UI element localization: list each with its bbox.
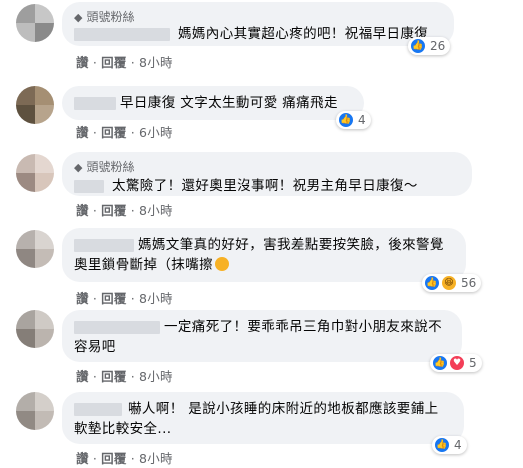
comment-text: 軟墊比較安全... <box>74 419 171 439</box>
comment-text-line: 軟墊比較安全... <box>74 421 172 437</box>
top-fan-badge: ◆ 頭號粉絲 <box>74 8 134 25</box>
reply-link[interactable]: 回覆 <box>101 451 127 466</box>
laughing-face-icon: 😆 <box>441 275 457 291</box>
separator: · <box>130 203 135 218</box>
comment-bubble: ◆ 頭號粉絲 太驚險了！還好奧里沒事啊！祝男主角早日康復～ <box>62 152 472 196</box>
timestamp[interactable]: 8小時 <box>139 291 173 306</box>
reaction-count: 26 <box>430 39 446 53</box>
reply-link[interactable]: 回覆 <box>101 55 127 70</box>
redacted-name <box>74 402 122 416</box>
separator: · <box>130 369 135 384</box>
like-link[interactable]: 讚 <box>76 55 89 70</box>
comment-text: 太驚險了！還好奧里沒事啊！祝男主角早日康復～ <box>74 176 418 196</box>
comment-text: 早日康復 文字太生動可愛 痛痛飛走 <box>74 93 338 113</box>
comment-text: 嚇人啊！ 是說小孩睡的床附近的地板都應該要鋪上 <box>74 399 439 419</box>
badge-label: 頭號粉絲 <box>86 10 135 24</box>
comment-text-line: 媽媽內心其實超心疼的吧！祝福早日康復 <box>178 26 429 42</box>
separator: · <box>92 55 98 70</box>
comment-text-line: 奧里鎖骨斷掉（抹嘴擦 <box>74 257 213 273</box>
thumbs-up-icon: 👍 <box>410 38 426 54</box>
comment-thread: ◆ 頭號粉絲 媽媽內心其實超心疼的吧！祝福早日康復 👍 26 讚 · 回覆 · 8小時 早… <box>0 0 523 468</box>
grimacing-face-icon <box>215 257 229 271</box>
comment-text: 媽媽文筆真的好好，害我差點要按笑臉，後來警覺 <box>74 235 444 255</box>
reply-link[interactable]: 回覆 <box>101 291 127 306</box>
badge-label: 頭號粉絲 <box>86 160 135 174</box>
like-link[interactable]: 讚 <box>76 369 89 384</box>
like-link[interactable]: 讚 <box>76 125 89 140</box>
separator: · <box>130 291 135 306</box>
reaction-summary[interactable]: 👍 26 <box>408 37 451 55</box>
comment-actions: 讚 · 回覆 · 8小時 <box>76 448 173 467</box>
avatar[interactable] <box>16 310 54 348</box>
comment-text-line: 太驚險了！還好奧里沒事啊！祝男主角早日康復～ <box>112 178 418 194</box>
reaction-summary[interactable]: 👍 4 <box>432 436 467 454</box>
comment-text-line: 嚇人啊！ 是說小孩睡的床附近的地板都應該要鋪上 <box>128 401 439 417</box>
thumbs-up-icon: 👍 <box>434 437 450 453</box>
timestamp[interactable]: 6小時 <box>139 125 173 140</box>
reaction-count: 4 <box>454 438 462 452</box>
redacted-name <box>74 320 160 334</box>
like-link[interactable]: 讚 <box>76 451 89 466</box>
separator: · <box>92 203 98 218</box>
reaction-count: 4 <box>358 113 366 127</box>
reaction-summary[interactable]: 👍 😆 56 <box>422 274 482 292</box>
separator: · <box>92 451 98 466</box>
separator: · <box>130 55 135 70</box>
avatar[interactable] <box>16 230 54 268</box>
separator: · <box>130 451 135 466</box>
comment-actions: 讚 · 回覆 · 8小時 <box>76 366 173 385</box>
comment-bubble: 嚇人啊！ 是說小孩睡的床附近的地板都應該要鋪上 軟墊比較安全... <box>62 392 464 444</box>
avatar[interactable] <box>16 4 54 42</box>
diamond-icon: ◆ <box>74 11 83 24</box>
timestamp[interactable]: 8小時 <box>139 451 173 466</box>
diamond-icon: ◆ <box>74 161 83 174</box>
thumbs-up-icon: 👍 <box>338 112 354 128</box>
thumbs-up-icon: 👍 <box>432 355 448 371</box>
comment-text: 奧里鎖骨斷掉（抹嘴擦 <box>74 255 229 275</box>
separator: · <box>92 125 98 140</box>
reply-link[interactable]: 回覆 <box>101 203 127 218</box>
reply-link[interactable]: 回覆 <box>101 369 127 384</box>
timestamp[interactable]: 8小時 <box>139 203 173 218</box>
reaction-count: 5 <box>469 356 477 370</box>
timestamp[interactable]: 8小時 <box>139 369 173 384</box>
comment-text: 容易吧 <box>74 337 116 357</box>
timestamp[interactable]: 8小時 <box>139 55 173 70</box>
separator: · <box>92 369 98 384</box>
comment-actions: 讚 · 回覆 · 8小時 <box>76 52 173 71</box>
comment-text: 一定痛死了！要乖乖吊三角巾對小朋友來說不 <box>74 317 442 337</box>
comment-bubble: ◆ 頭號粉絲 媽媽內心其實超心疼的吧！祝福早日康復 <box>62 2 454 46</box>
avatar[interactable] <box>16 392 54 430</box>
comment-text: 媽媽內心其實超心疼的吧！祝福早日康復 <box>74 24 428 44</box>
comment-bubble: 媽媽文筆真的好好，害我差點要按笑臉，後來警覺 奧里鎖骨斷掉（抹嘴擦 <box>62 228 466 282</box>
reaction-count: 56 <box>461 276 477 290</box>
like-link[interactable]: 讚 <box>76 203 89 218</box>
avatar[interactable] <box>16 86 54 124</box>
redacted-name <box>74 238 134 252</box>
redacted-name <box>74 179 104 193</box>
reply-link[interactable]: 回覆 <box>101 125 127 140</box>
separator: · <box>130 125 135 140</box>
comment-bubble: 早日康復 文字太生動可愛 痛痛飛走 <box>62 86 364 120</box>
comment-bubble: 一定痛死了！要乖乖吊三角巾對小朋友來說不 容易吧 <box>62 310 462 362</box>
like-link[interactable]: 讚 <box>76 291 89 306</box>
avatar[interactable] <box>16 154 54 192</box>
thumbs-up-icon: 👍 <box>424 275 440 291</box>
comment-text-line: 媽媽文筆真的好好，害我差點要按笑臉，後來警覺 <box>138 237 444 253</box>
reaction-summary[interactable]: 👍 4 <box>336 111 371 129</box>
top-fan-badge: ◆ 頭號粉絲 <box>74 158 134 175</box>
comment-actions: 讚 · 回覆 · 6小時 <box>76 122 173 141</box>
heart-icon: ♥ <box>449 355 465 371</box>
redacted-name <box>74 96 116 110</box>
separator: · <box>92 291 98 306</box>
comment-text-line: 一定痛死了！要乖乖吊三角巾對小朋友來說不 <box>164 319 442 335</box>
comment-text-line: 容易吧 <box>74 339 116 355</box>
reaction-summary[interactable]: 👍 ♥ 5 <box>430 354 482 372</box>
comment-actions: 讚 · 回覆 · 8小時 <box>76 288 173 307</box>
comment-actions: 讚 · 回覆 · 8小時 <box>76 200 173 219</box>
redacted-name <box>74 27 170 41</box>
comment-text-line: 早日康復 文字太生動可愛 痛痛飛走 <box>120 95 338 111</box>
